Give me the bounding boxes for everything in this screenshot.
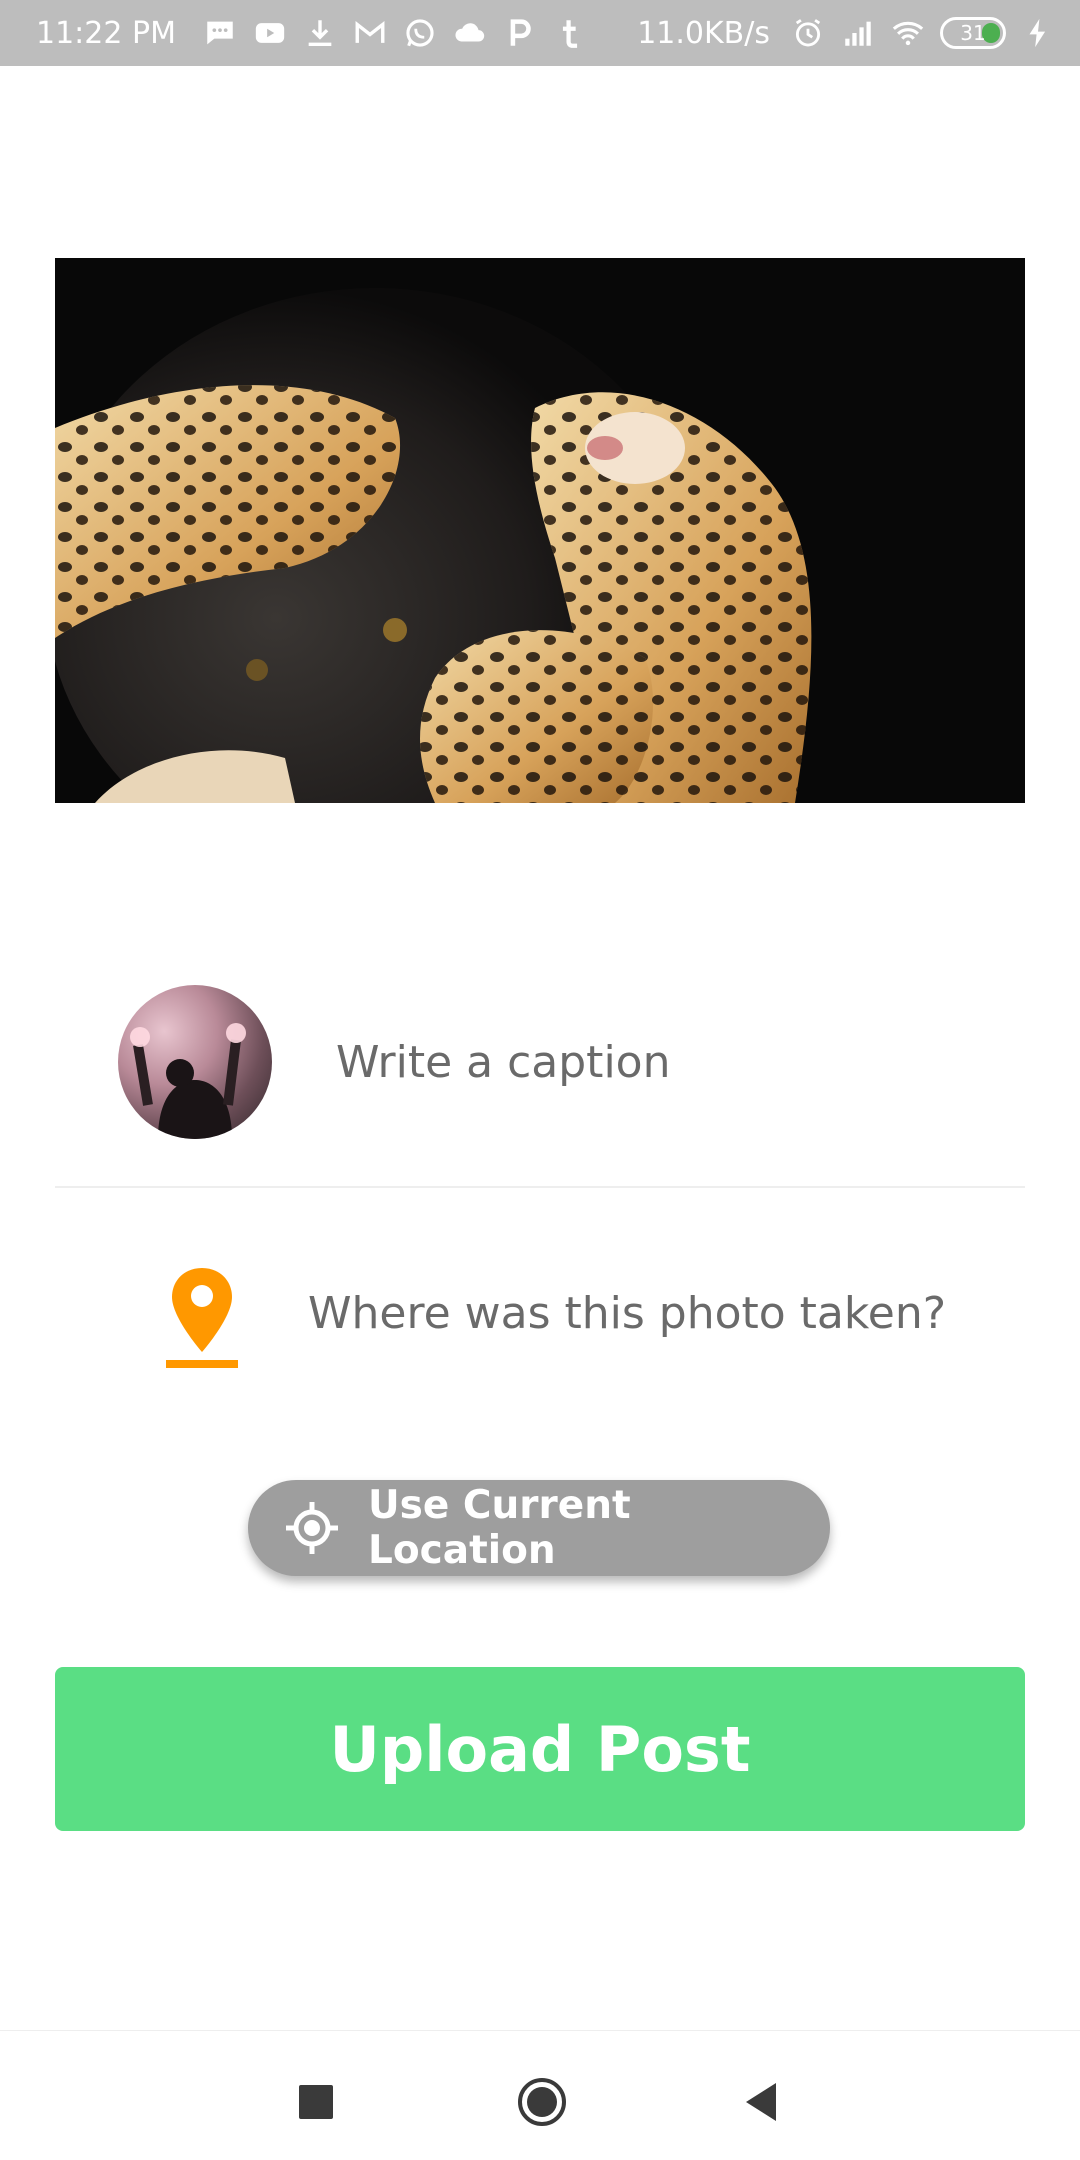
- whatsapp-icon: [402, 15, 438, 51]
- upload-post-button[interactable]: Upload Post: [55, 1667, 1025, 1831]
- download-icon: [302, 15, 338, 51]
- back-icon[interactable]: [736, 2077, 786, 2127]
- signal-icon: [840, 15, 876, 51]
- p-app-icon: [502, 15, 538, 51]
- caption-input[interactable]: [336, 1020, 1016, 1104]
- status-bar-right: 11.0KB/s 31: [637, 15, 1056, 51]
- youtube-icon: [252, 15, 288, 51]
- post-image: [55, 258, 1025, 803]
- use-current-location-label: Use Current Location: [368, 1483, 631, 1573]
- wifi-icon: [890, 15, 926, 51]
- cloud-icon: [452, 15, 488, 51]
- status-time: 11:22 PM: [36, 15, 176, 51]
- navigation-bar: [0, 2030, 1080, 2160]
- divider: [55, 1186, 1025, 1188]
- network-speed: 11.0KB/s: [637, 15, 770, 51]
- status-bar: 11:22 PM 11.0KB/s 31: [0, 0, 1080, 66]
- home-icon[interactable]: [515, 2075, 569, 2129]
- use-current-location-button[interactable]: Use Current Location: [248, 1480, 830, 1576]
- battery-icon: 31: [940, 17, 1006, 49]
- status-bar-left: 11:22 PM: [36, 15, 588, 51]
- alarm-icon: [790, 15, 826, 51]
- leopard-and-panther-photo: [55, 258, 1025, 803]
- message-icon: [202, 15, 238, 51]
- tumblr-icon: [552, 15, 588, 51]
- recents-icon[interactable]: [291, 2077, 341, 2127]
- avatar-image: [130, 1023, 246, 1139]
- charging-icon: [1020, 15, 1056, 51]
- battery-level: 31: [960, 21, 986, 45]
- avatar: [118, 985, 272, 1139]
- location-pin-icon: [164, 1262, 240, 1370]
- gmail-icon: [352, 15, 388, 51]
- location-input[interactable]: [308, 1270, 1028, 1356]
- gps-icon: [282, 1498, 342, 1558]
